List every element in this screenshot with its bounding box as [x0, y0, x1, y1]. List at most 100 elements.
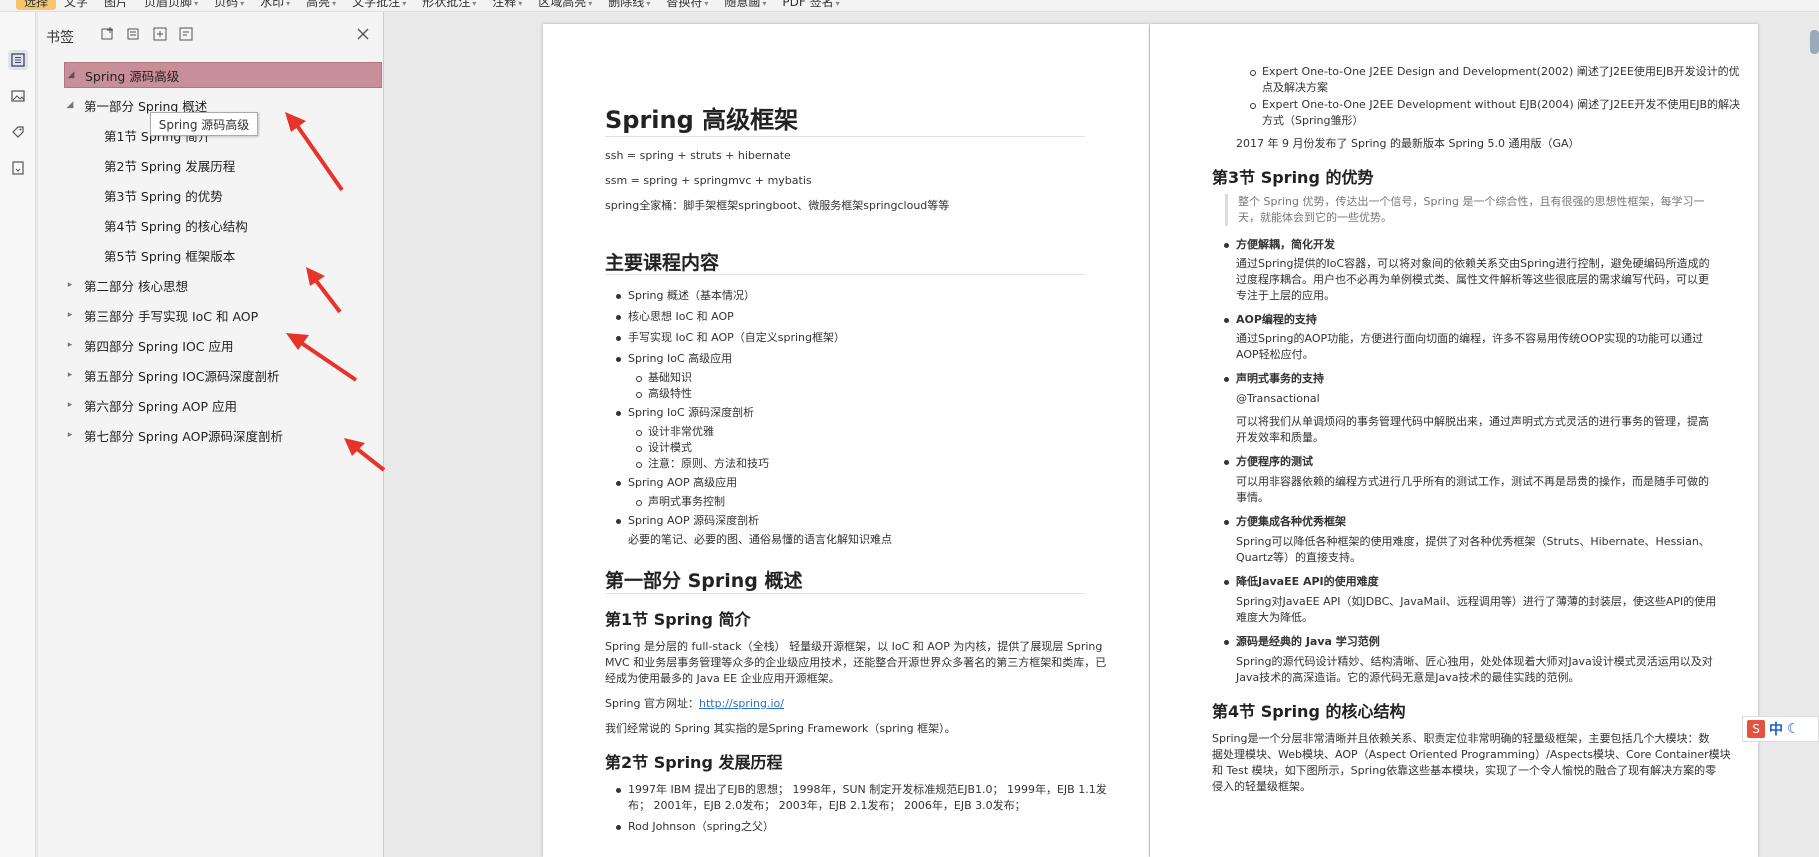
- dropdown-arrow-icon[interactable]: ▾: [836, 0, 840, 8]
- toolbar-item[interactable]: 文字: [56, 0, 96, 10]
- text-line: Java技术的高深造诣。它的源代码无意是Java技术的最佳实践的范例。: [1236, 671, 1580, 684]
- add-bookmark-icon[interactable]: [100, 26, 118, 44]
- list-item: Spring IoC 源码深度剖析: [615, 406, 755, 419]
- divider: [605, 593, 1085, 594]
- ime-toolbar[interactable]: S 中 ☾: [1742, 716, 1819, 742]
- list-item: Spring AOP 源码深度剖析: [615, 514, 760, 527]
- tag-icon[interactable]: [8, 122, 28, 142]
- text-line: 事情。: [1236, 491, 1269, 504]
- subsection-heading: 第3节 Spring 的优势: [1212, 168, 1374, 187]
- collapse-bookmarks-icon[interactable]: [152, 26, 170, 44]
- list-item: Rod Johnson（spring之父）: [616, 820, 774, 833]
- toolbar-item[interactable]: 注释 ▾: [484, 0, 530, 10]
- text-line: 点及解决方案: [1262, 81, 1328, 94]
- bookmark-label: 第三部分 手写实现 IoC 和 AOP: [84, 308, 259, 324]
- toolbar-item-label: 图片: [104, 0, 129, 9]
- toolbar-item-label: 文字: [64, 0, 89, 9]
- expand-arrow-icon[interactable]: ▸: [64, 310, 76, 320]
- advantage-title: 方便程序的测试: [1224, 455, 1313, 468]
- dropdown-arrow-icon[interactable]: ▾: [286, 0, 290, 8]
- text-line: ssh = spring + struts + hibernate: [605, 149, 791, 162]
- toolbar-item[interactable]: 水印 ▾: [252, 0, 298, 10]
- toolbar-item-label: 文字批注: [352, 0, 401, 9]
- list-item: Spring IoC 高级应用: [615, 352, 733, 365]
- toolbar-item-label: 随意画: [724, 0, 761, 9]
- dropdown-arrow-icon[interactable]: ▾: [472, 0, 476, 8]
- dropdown-arrow-icon[interactable]: ▾: [240, 0, 244, 8]
- dropdown-arrow-icon[interactable]: ▾: [332, 0, 336, 8]
- bookmark-s3[interactable]: 第3节 Spring 的优势: [104, 182, 223, 208]
- expand-arrow-icon[interactable]: ▸: [64, 340, 76, 350]
- toolbar-item-label: 形状批注: [422, 0, 471, 9]
- toolbar-item-label: 页码: [214, 0, 239, 9]
- bookmark-label: 第四部分 Spring IOC 应用: [84, 338, 234, 354]
- bookmark-panel-icon[interactable]: [8, 50, 28, 70]
- bookmark-part2[interactable]: ▸ 第二部分 核心思想: [64, 272, 188, 298]
- text-line: Spring是一个分层非常清晰并且依赖关系、职责定位非常明确的轻量级框架，主要包…: [1212, 732, 1710, 745]
- toolbar-item[interactable]: 选择: [16, 0, 57, 10]
- text-line: 我们经常说的 Spring 其实指的是Spring Framework（spri…: [605, 722, 956, 735]
- toolbar-item[interactable]: 文字批注 ▾: [344, 0, 414, 10]
- text-line: 必要的笔记、必要的图、通俗易懂的语言化解知识难点: [628, 533, 892, 546]
- toolbar-item[interactable]: 替换符 ▾: [658, 0, 716, 10]
- expand-arrow-icon[interactable]: ▸: [64, 400, 76, 410]
- expand-bookmarks-icon[interactable]: [126, 26, 144, 44]
- dropdown-arrow-icon[interactable]: ▾: [588, 0, 592, 8]
- close-panel-icon[interactable]: [356, 26, 372, 42]
- image-thumbnail-icon[interactable]: [8, 86, 28, 106]
- toolbar-item[interactable]: 高亮 ▾: [298, 0, 344, 10]
- text-line: 2017 年 9 月份发布了 Spring 的最新版本 Spring 5.0 通…: [1236, 137, 1580, 150]
- attachment-icon[interactable]: [8, 158, 28, 178]
- text-line: Quartz等）的直接支持。: [1236, 551, 1361, 564]
- list-item: 核心思想 IoC 和 AOP: [616, 310, 734, 323]
- expand-arrow-icon[interactable]: ▸: [64, 430, 76, 440]
- bookmark-s4[interactable]: 第4节 Spring 的核心结构: [104, 212, 248, 238]
- doc-title: Spring 高级框架: [605, 106, 799, 134]
- moon-icon[interactable]: ☾: [1787, 721, 1800, 737]
- document-page-2: Expert One-to-One J2EE Design and Develo…: [1150, 24, 1758, 857]
- bookmark-root[interactable]: ◢ Spring 源码高级: [64, 62, 382, 88]
- expand-arrow-icon[interactable]: ▸: [64, 280, 76, 290]
- bookmark-s5[interactable]: 第5节 Spring 框架版本: [104, 242, 235, 268]
- dropdown-arrow-icon[interactable]: ▾: [704, 0, 708, 8]
- text-line: 和 Test 模块，如下图所示，Spring依靠这些基本模块，实现了一个令人愉悦…: [1212, 764, 1717, 777]
- bookmark-label: 第2节 Spring 发展历程: [104, 158, 236, 174]
- dropdown-arrow-icon[interactable]: ▾: [194, 0, 198, 8]
- collapse-arrow-icon[interactable]: ◢: [65, 70, 77, 80]
- advantage-title: 源码是经典的 Java 学习范例: [1224, 635, 1380, 648]
- list-item: Spring 概述（基本情况）: [616, 289, 755, 302]
- dropdown-arrow-icon[interactable]: ▾: [762, 0, 766, 8]
- dropdown-arrow-icon[interactable]: ▾: [646, 0, 650, 8]
- toolbar-item-label: 选择: [24, 0, 49, 9]
- text-line: 可以将我们从单调烦闷的事务管理代码中解脱出来，通过声明式方式灵活的进行事务的管理…: [1236, 415, 1709, 428]
- bookmark-s2[interactable]: 第2节 Spring 发展历程: [104, 152, 235, 178]
- delete-bookmark-icon[interactable]: [178, 26, 196, 44]
- bookmark-part4[interactable]: ▸ 第四部分 Spring IOC 应用: [64, 332, 234, 358]
- bookmark-part7[interactable]: ▸ 第七部分 Spring AOP源码深度剖析: [64, 422, 283, 448]
- ime-language-toggle[interactable]: 中: [1769, 719, 1783, 739]
- bookmark-part3[interactable]: ▸ 第三部分 手写实现 IoC 和 AOP: [64, 302, 258, 328]
- top-toolbar: 选择 文字 图片 页眉页脚 ▾ 页码 ▾ 水印 ▾ 高亮 ▾ 文字批注 ▾ 形状批注 ▾ 注释 ▾ 区域高亮 ▾ 删除…: [0, 0, 1819, 12]
- dropdown-arrow-icon[interactable]: ▾: [402, 0, 406, 8]
- toolbar-item[interactable]: 形状批注 ▾: [414, 0, 484, 10]
- left-icon-bar: [0, 12, 36, 857]
- toolbar-item[interactable]: 区域高亮 ▾: [530, 0, 600, 10]
- bookmark-panel: 书签 ◢ Spring 源码高级 ◢ 第一部分 Spring 概述 第1节 Sp…: [38, 12, 384, 857]
- toolbar-item[interactable]: PDF 签名 ▾: [774, 0, 847, 10]
- dropdown-arrow-icon[interactable]: ▾: [518, 0, 522, 8]
- toolbar-item-label: 水印: [260, 0, 285, 9]
- bookmark-part5[interactable]: ▸ 第五部分 Spring IOC源码深度剖析: [64, 362, 280, 388]
- toolbar-item[interactable]: 删除线 ▾: [600, 0, 658, 10]
- toolbar-item[interactable]: 页眉页脚 ▾: [136, 0, 206, 10]
- toolbar-item-label: 替换符: [666, 0, 703, 9]
- text-line: 开发效率和质量。: [1236, 431, 1324, 444]
- bookmark-part6[interactable]: ▸ 第六部分 Spring AOP 应用: [64, 392, 237, 418]
- toolbar-item[interactable]: 图片: [96, 0, 136, 10]
- toolbar-item[interactable]: 随意画 ▾: [716, 0, 774, 10]
- text-line: Spring的源代码设计精妙、结构清晰、匠心独用，处处体现着大师对Java设计模…: [1236, 655, 1713, 668]
- list-item: 1997年 IBM 提出了EJB的思想； 1998年，SUN 制定开发标准规范E…: [616, 783, 1107, 796]
- collapse-arrow-icon[interactable]: ◢: [64, 100, 76, 110]
- toolbar-item[interactable]: 页码 ▾: [206, 0, 252, 10]
- spring-site-link[interactable]: http://spring.io/: [699, 697, 784, 710]
- expand-arrow-icon[interactable]: ▸: [64, 370, 76, 380]
